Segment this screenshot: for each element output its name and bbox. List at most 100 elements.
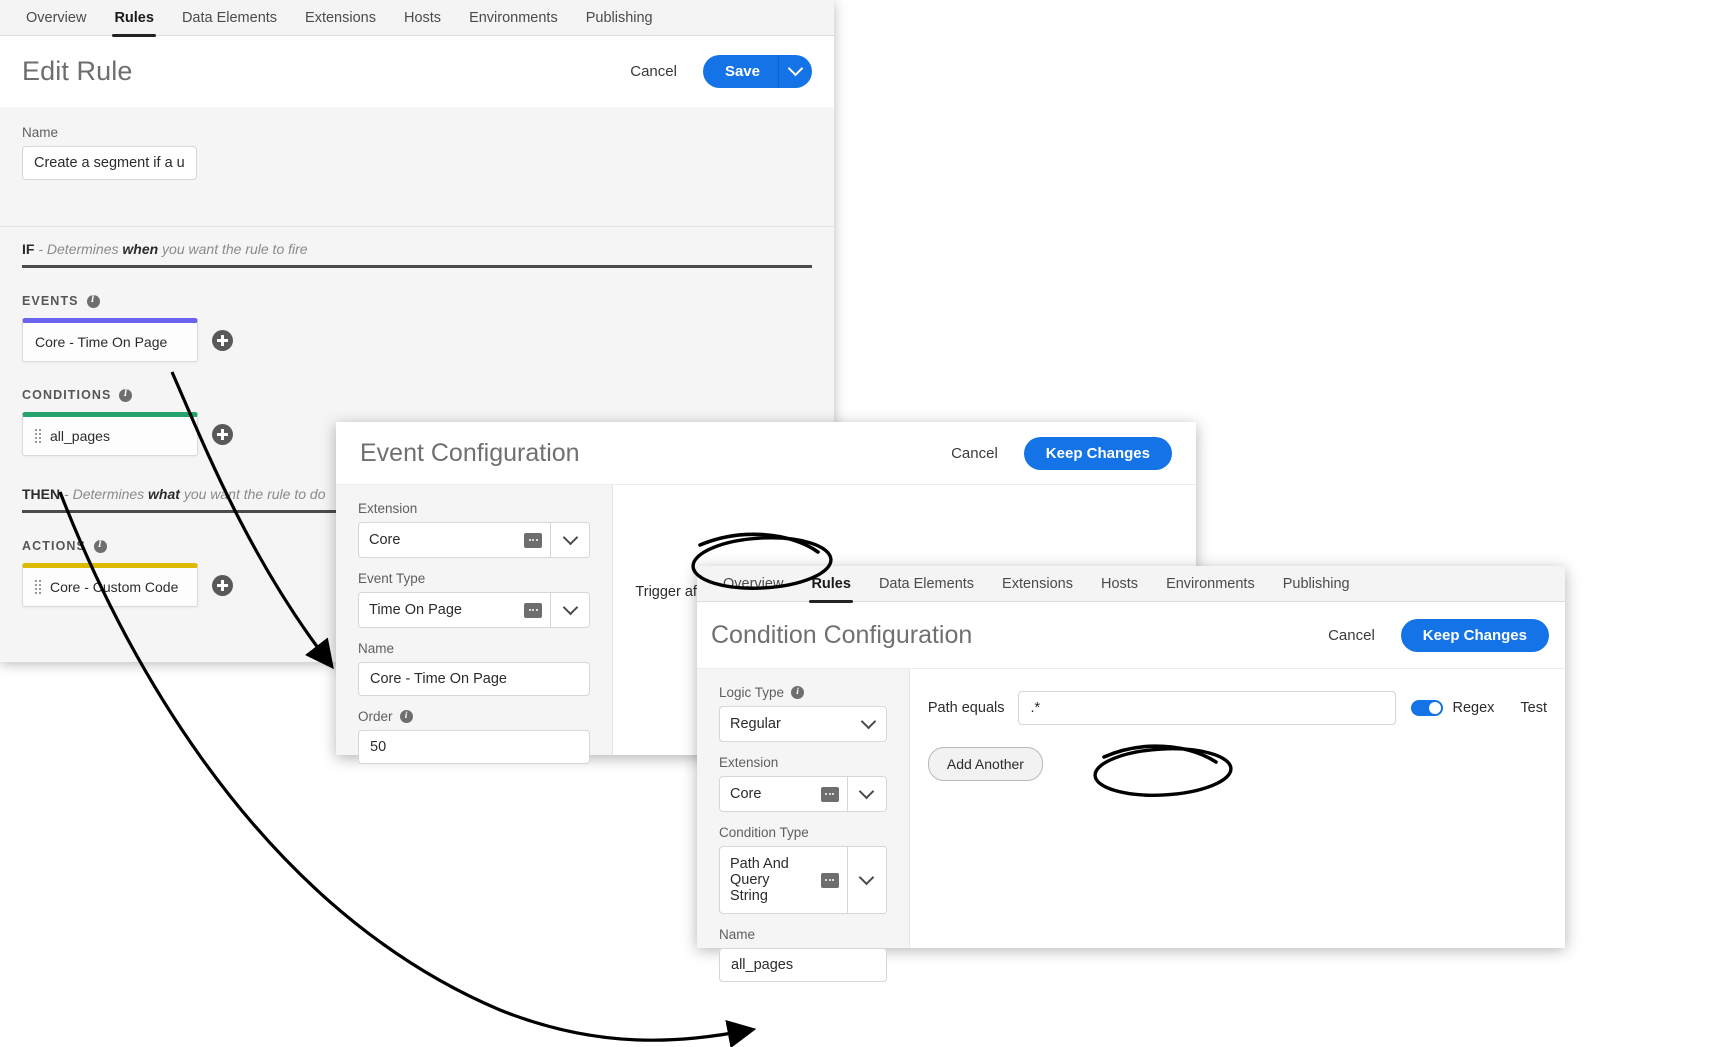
event-order-label-row: Order i: [358, 709, 590, 724]
event-type-chevron[interactable]: [550, 593, 590, 627]
action-chip-core-custom-code[interactable]: Core - Custom Code: [22, 563, 198, 607]
event-config-cancel-button[interactable]: Cancel: [943, 439, 1006, 468]
edit-rule-navbar: Overview Rules Data Elements Extensions …: [0, 0, 834, 37]
if-dash: -: [34, 241, 47, 257]
chevron-down-icon: [787, 60, 804, 77]
event-type-field: Event Type Time On Page: [358, 571, 591, 628]
regex-toggle[interactable]: [1411, 700, 1444, 716]
rule-name-card: Name: [0, 107, 834, 227]
nav-tab-overview-label: Overview: [26, 9, 87, 26]
path-value-input[interactable]: [1018, 691, 1397, 725]
event-chip-core-time-on-page[interactable]: Core - Time On Page: [22, 318, 198, 362]
condition-type-chevron[interactable]: [846, 847, 886, 913]
info-icon[interactable]: i: [791, 686, 805, 699]
nav-tab-hosts[interactable]: Hosts: [390, 0, 455, 35]
condition-name-label: Name: [719, 927, 756, 942]
info-icon[interactable]: i: [86, 294, 100, 308]
info-icon[interactable]: i: [119, 388, 133, 402]
nav-tab-publishing[interactable]: Publishing: [572, 0, 667, 35]
if-text-b: when: [122, 241, 159, 257]
event-type-select[interactable]: Time On Page: [358, 592, 591, 628]
logic-type-value: Regular: [730, 716, 781, 732]
screenshot-root: Overview Rules Data Elements Extensions …: [0, 0, 1719, 1047]
event-extension-select[interactable]: Core: [358, 522, 591, 558]
nav-tab-rules[interactable]: Rules: [100, 0, 168, 37]
if-heading: IF - Determines when you want the rule t…: [0, 227, 834, 263]
nav-tab-data-elements-label: Data Elements: [181, 9, 278, 26]
chevron-down-icon: [861, 713, 877, 729]
if-text-c: you want the rule to fire: [158, 241, 308, 257]
nav-tab-environments-label: Environments: [469, 9, 558, 26]
condition-extension-select[interactable]: Core: [719, 776, 887, 812]
condition-config-header: Condition Configuration Cancel Keep Chan…: [697, 602, 1565, 668]
condition-extension-chevron[interactable]: [846, 777, 886, 811]
nav-tab-overview[interactable]: Overview: [12, 0, 100, 35]
condition-chip-all-pages[interactable]: all_pages: [22, 412, 198, 456]
condition-config-cancel-button[interactable]: Cancel: [1320, 621, 1383, 650]
event-type-label: Event Type: [358, 571, 426, 586]
add-action-button[interactable]: [212, 574, 233, 596]
rule-name-label: Name: [22, 125, 59, 140]
cc-nav-tab-rules[interactable]: Rules: [797, 566, 865, 603]
event-type-value: Time On Page: [369, 602, 462, 618]
cc-nav-tab-hosts-label: Hosts: [1100, 575, 1139, 592]
nav-tab-extensions[interactable]: Extensions: [291, 0, 390, 35]
path-equals-label: Path equals: [927, 700, 1005, 716]
event-extension-field: Extension Core: [358, 501, 591, 558]
data-element-icon[interactable]: [524, 602, 543, 618]
drag-handle-icon[interactable]: [35, 580, 41, 594]
cc-nav-tab-environments[interactable]: Environments: [1152, 566, 1269, 601]
then-text-c: you want the rule to do: [179, 486, 326, 502]
cc-nav-tab-environments-label: Environments: [1166, 575, 1255, 592]
event-order-input[interactable]: [358, 730, 591, 764]
save-split-button: Save: [702, 55, 812, 88]
event-extension-chevron[interactable]: [550, 523, 590, 557]
logic-type-label-row: Logic Type i: [719, 685, 887, 700]
nav-tab-extensions-label: Extensions: [305, 9, 376, 26]
cc-nav-tab-overview[interactable]: Overview: [709, 566, 797, 601]
condition-type-select[interactable]: Path And Query String: [719, 846, 887, 914]
drag-handle-icon[interactable]: [35, 429, 41, 443]
cc-nav-tab-hosts[interactable]: Hosts: [1087, 566, 1152, 601]
cc-nav-tab-publishing[interactable]: Publishing: [1269, 566, 1364, 601]
condition-config-keep-changes-button[interactable]: Keep Changes: [1400, 618, 1549, 652]
condition-name-input[interactable]: [719, 948, 887, 982]
condition-config-title: Condition Configuration: [711, 620, 973, 649]
add-condition-button[interactable]: [212, 423, 233, 445]
add-another-button[interactable]: Add Another: [927, 747, 1043, 781]
logic-type-select[interactable]: Regular: [719, 706, 887, 742]
condition-config-header-actions: Cancel Keep Changes: [1320, 618, 1549, 652]
info-icon[interactable]: i: [399, 710, 413, 723]
action-chip-label: Core - Custom Code: [50, 579, 179, 595]
condition-config-body: Logic Type i Regular Extension Core Cond…: [697, 668, 1565, 982]
event-chip-label: Core - Time On Page: [35, 334, 168, 350]
cancel-button[interactable]: Cancel: [622, 57, 685, 86]
data-element-icon[interactable]: [820, 786, 839, 802]
cc-nav-tab-extensions[interactable]: Extensions: [988, 566, 1087, 601]
add-event-button[interactable]: [212, 329, 233, 351]
nav-tab-data-elements[interactable]: Data Elements: [168, 0, 291, 35]
nav-tab-publishing-label: Publishing: [585, 9, 653, 26]
save-button[interactable]: Save: [702, 55, 778, 88]
nav-tab-environments[interactable]: Environments: [455, 0, 572, 35]
rule-name-input[interactable]: [22, 146, 197, 180]
logic-type-chevron[interactable]: [851, 707, 886, 741]
test-link[interactable]: Test: [1520, 700, 1547, 716]
data-element-icon[interactable]: [524, 532, 543, 548]
cc-nav-tab-extensions-label: Extensions: [1002, 575, 1073, 592]
event-name-input[interactable]: [358, 662, 591, 696]
chevron-down-icon: [859, 783, 875, 799]
conditions-label: CONDITIONS: [22, 388, 112, 402]
data-element-icon[interactable]: [820, 872, 839, 888]
event-config-keep-changes-button[interactable]: Keep Changes: [1023, 436, 1172, 470]
condition-configuration-window: Overview Rules Data Elements Extensions …: [697, 566, 1565, 982]
event-config-header-actions: Cancel Keep Changes: [943, 436, 1172, 470]
condition-type-field: Condition Type Path And Query String: [719, 825, 887, 914]
chevron-down-icon: [859, 869, 875, 885]
info-icon[interactable]: i: [93, 539, 107, 553]
condition-name-field: Name: [719, 927, 887, 982]
event-order-field: Order i: [358, 709, 591, 764]
event-config-title: Event Configuration: [360, 438, 580, 467]
save-dropdown-button[interactable]: [778, 55, 812, 88]
cc-nav-tab-data-elements[interactable]: Data Elements: [865, 566, 988, 601]
